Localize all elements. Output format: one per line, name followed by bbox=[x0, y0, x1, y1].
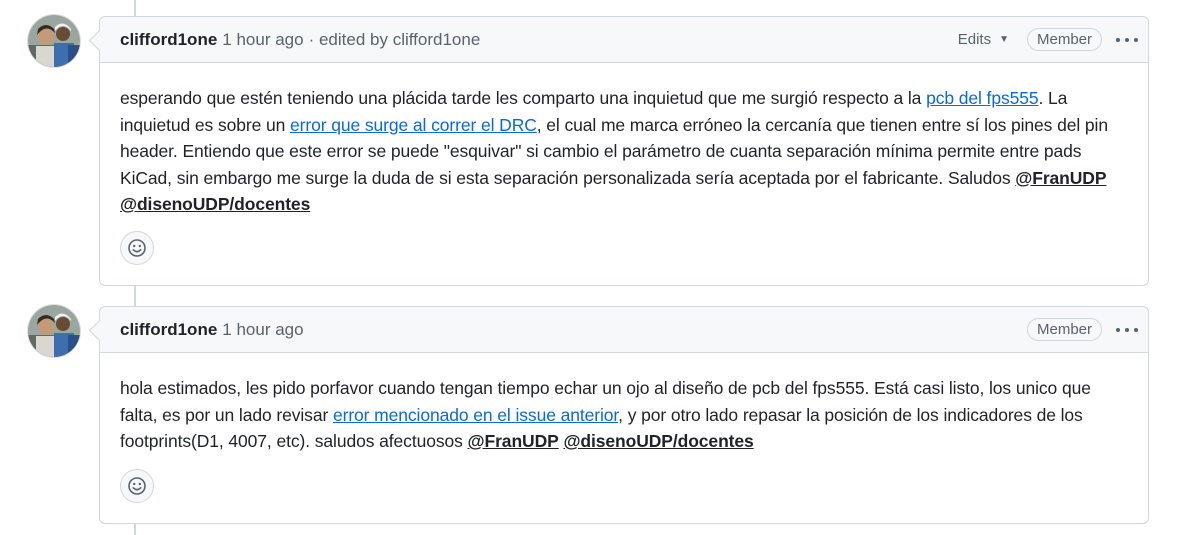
comment-body: hola estimados, les pido porfavor cuando… bbox=[100, 353, 1148, 455]
comment-card: clifford1one 1 hour ago · edited by clif… bbox=[99, 16, 1149, 286]
timestamp[interactable]: 1 hour ago bbox=[222, 320, 303, 340]
smiley-icon bbox=[128, 239, 146, 257]
issue-link[interactable]: error mencionado en el issue anterior bbox=[333, 405, 618, 425]
mention-franudp[interactable]: @FranUDP bbox=[1015, 168, 1106, 188]
mention-disenoudp-docentes[interactable]: @disenoUDP/docentes bbox=[563, 431, 753, 451]
timestamp[interactable]: 1 hour ago bbox=[222, 30, 303, 50]
comment-header: clifford1one 1 hour ago · edited by clif… bbox=[100, 17, 1148, 63]
author-link[interactable]: clifford1one bbox=[120, 320, 217, 340]
comment-header: clifford1one 1 hour ago Member bbox=[100, 307, 1148, 353]
avatar[interactable] bbox=[28, 305, 80, 357]
edits-label: Edits bbox=[957, 31, 992, 48]
edits-dropdown[interactable]: Edits ▼ bbox=[958, 31, 1009, 48]
edited-by: · edited by clifford1one bbox=[308, 29, 481, 49]
comment-body: esperando que estén teniendo una plácida… bbox=[100, 63, 1148, 218]
body-text: esperando que estén teniendo una plácida… bbox=[120, 88, 927, 108]
smiley-icon bbox=[128, 477, 146, 495]
mention-franudp[interactable]: @FranUDP bbox=[468, 431, 559, 451]
drc-error-link[interactable]: error que surge al correr el DRC bbox=[290, 115, 537, 135]
author-link[interactable]: clifford1one bbox=[120, 30, 217, 50]
kebab-horizontal-icon[interactable] bbox=[1116, 37, 1138, 42]
pcb-link[interactable]: pcb del fps555 bbox=[926, 88, 1039, 108]
avatar[interactable] bbox=[28, 15, 80, 67]
triangle-down-icon: ▼ bbox=[999, 34, 1009, 45]
kebab-horizontal-icon[interactable] bbox=[1116, 327, 1138, 332]
member-badge: Member bbox=[1026, 28, 1102, 51]
add-reaction-button[interactable] bbox=[120, 231, 154, 265]
mention-disenoudp-docentes[interactable]: @disenoUDP/docentes bbox=[120, 194, 310, 214]
add-reaction-button[interactable] bbox=[120, 469, 154, 503]
member-badge: Member bbox=[1026, 318, 1102, 341]
comment-card: clifford1one 1 hour ago Member hola esti… bbox=[99, 306, 1149, 524]
